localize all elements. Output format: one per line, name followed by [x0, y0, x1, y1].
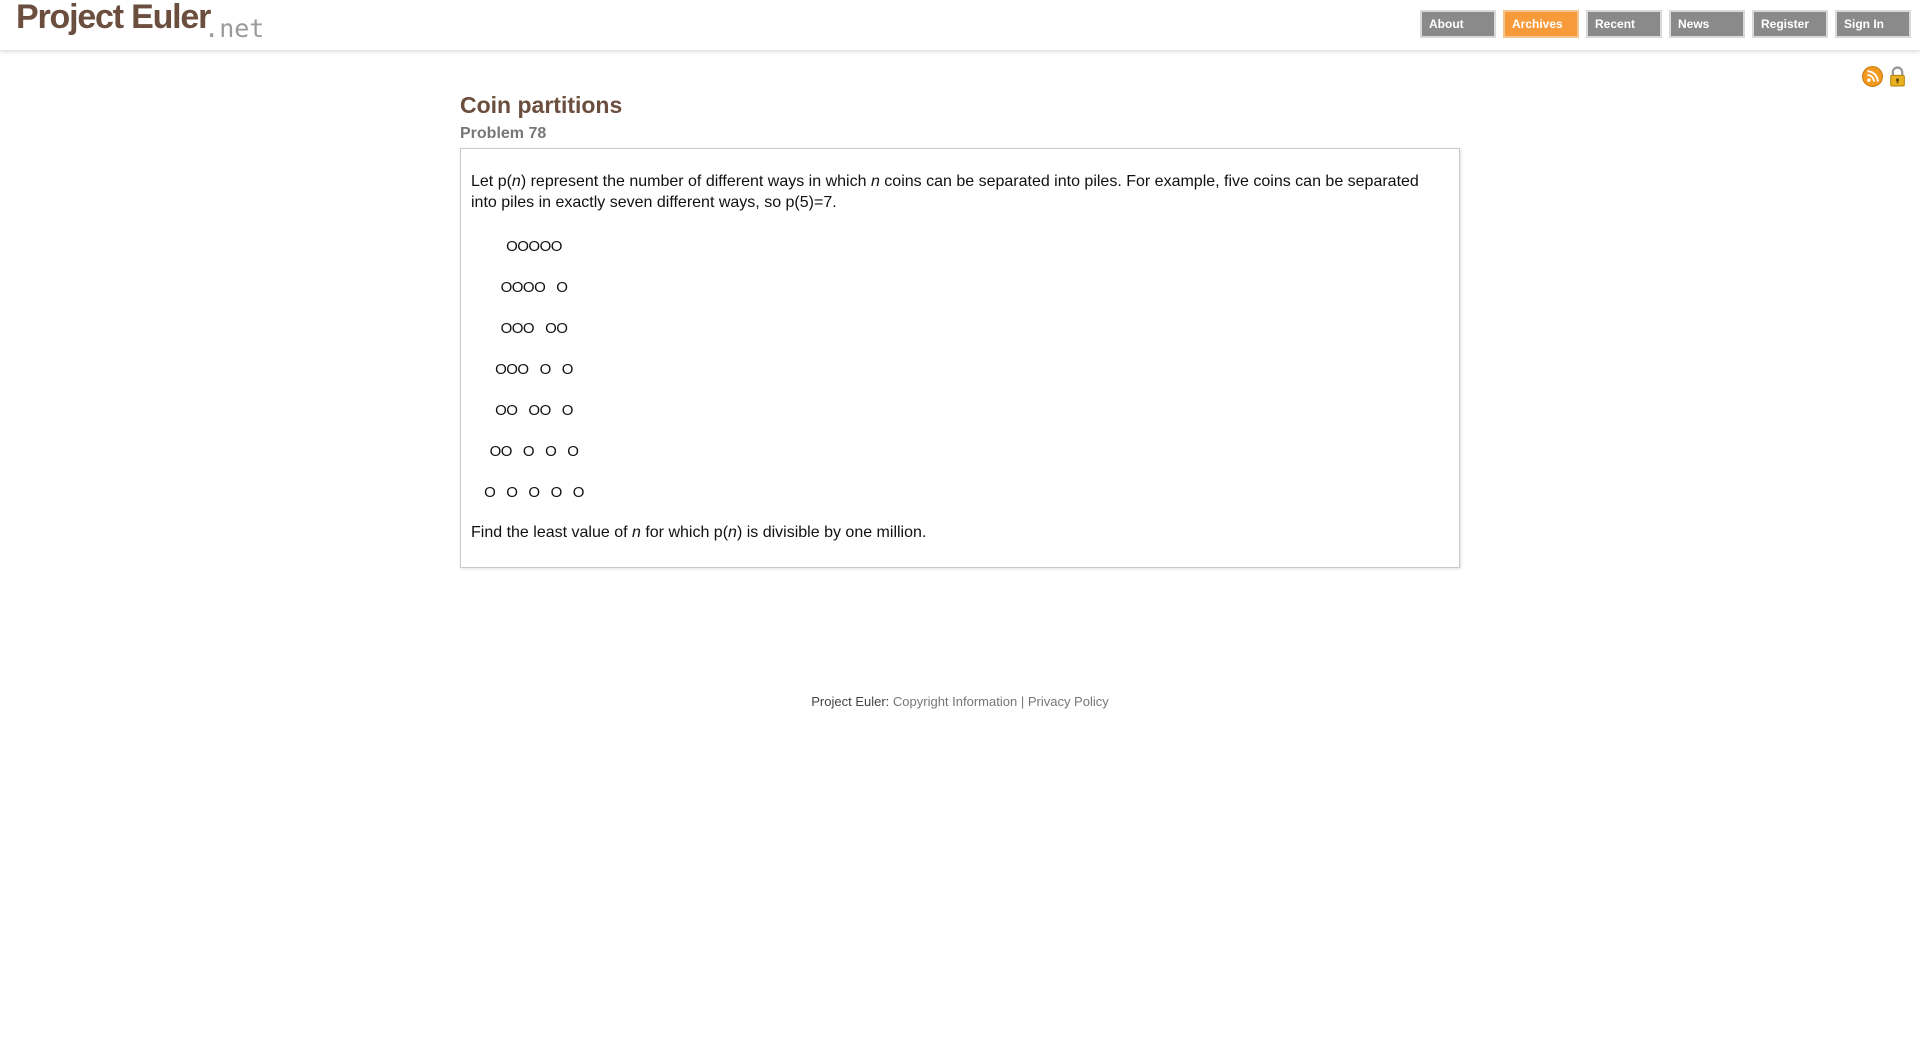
partition-list: OOOOO OOOO O OOO OO OOO O O OO OO O OO O… [471, 237, 1449, 503]
intro-text-1: Let p( [471, 173, 512, 190]
logo-suffix-text: .net [204, 14, 265, 43]
partition-row: O O O O O [484, 484, 584, 501]
nav-news-button[interactable]: News [1669, 10, 1745, 38]
privacy-policy-link[interactable]: Privacy Policy [1028, 694, 1109, 709]
problem-question: Find the least value of n for which p(n)… [471, 522, 1449, 543]
nav-about-button[interactable]: About [1420, 10, 1496, 38]
footer-prefix: Project Euler: [811, 694, 893, 709]
problem-content: Let p(n) represent the number of differe… [460, 148, 1460, 568]
variable-n: n [631, 524, 641, 541]
partition-row: OO O O O [489, 443, 579, 460]
site-footer: Project Euler: Copyright Information | P… [0, 694, 1920, 709]
logo-main-text: Project Euler [16, 0, 211, 36]
intro-text-2: ) represent the number of different ways… [520, 173, 871, 190]
partition-row: OOOO O [500, 279, 568, 296]
nav-sign-in-button[interactable]: Sign In [1835, 10, 1911, 38]
copyright-link[interactable]: Copyright Information [893, 694, 1017, 709]
site-logo[interactable]: Project Euler.net [16, 0, 270, 43]
site-header: Project Euler.net About Archives Recent … [0, 0, 1920, 51]
variable-n: n [728, 524, 737, 541]
footer-separator: | [1020, 694, 1025, 709]
variable-n: n [870, 173, 880, 190]
rss-icon[interactable] [1862, 66, 1883, 87]
nav-recent-button[interactable]: Recent [1586, 10, 1662, 38]
nav-archives-button[interactable]: Archives [1503, 10, 1579, 38]
variable-n: n [511, 173, 521, 190]
problem-number: Problem 78 [460, 125, 547, 142]
question-text-2: for which p( [640, 524, 729, 541]
problem-intro: Let p(n) represent the number of differe… [471, 171, 1449, 213]
question-text-1: Find the least value of [471, 524, 632, 541]
partition-row: OOO OO [500, 320, 568, 337]
partition-row: OO OO O [495, 402, 573, 419]
status-icons [1862, 66, 1908, 87]
problem-title: Coin partitions [460, 92, 623, 118]
lock-icon[interactable] [1887, 66, 1908, 87]
partition-row: OOO O O [495, 361, 573, 378]
nav-register-button[interactable]: Register [1752, 10, 1828, 38]
partition-row: OOOOO [506, 238, 562, 255]
main-nav: About Archives Recent News Register Sign… [1420, 10, 1911, 38]
main-content: Coin partitions Problem 78 Let p(n) repr… [460, 88, 1460, 568]
question-text-3: ) is divisible by one million. [736, 524, 927, 541]
